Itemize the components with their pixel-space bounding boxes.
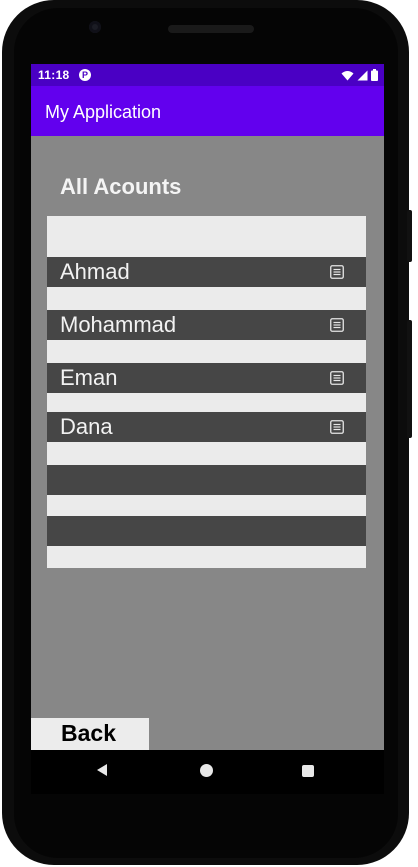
status-icons bbox=[341, 68, 378, 82]
account-name: Mohammad bbox=[60, 312, 177, 337]
account-row-mohammad[interactable]: Mohammad bbox=[47, 310, 366, 340]
status-time: 11:18 bbox=[38, 68, 70, 82]
nav-recents-icon[interactable] bbox=[302, 765, 314, 777]
nav-back-icon[interactable] bbox=[97, 764, 107, 776]
details-icon[interactable] bbox=[330, 318, 344, 332]
account-row-empty[interactable] bbox=[47, 516, 366, 546]
back-button-label: Back bbox=[61, 720, 116, 746]
signal-icon bbox=[357, 70, 368, 80]
camera-icon bbox=[89, 21, 101, 33]
details-icon[interactable] bbox=[330, 265, 344, 279]
page-title: All Acounts bbox=[60, 174, 182, 199]
volume-button bbox=[407, 320, 412, 438]
nav-home-icon[interactable] bbox=[200, 764, 213, 777]
battery-icon bbox=[371, 69, 378, 81]
screen: 11:18 P My Application All Acounts Ahmad… bbox=[31, 64, 384, 750]
account-row-eman[interactable]: Eman bbox=[47, 363, 366, 393]
app-title: My Application bbox=[45, 102, 162, 122]
details-icon[interactable] bbox=[330, 420, 344, 434]
app-bar: My Application bbox=[31, 86, 384, 136]
details-icon[interactable] bbox=[330, 371, 344, 385]
account-name: Ahmad bbox=[60, 259, 130, 284]
account-row-dana[interactable]: Dana bbox=[47, 412, 366, 442]
account-row-empty[interactable] bbox=[47, 465, 366, 495]
wifi-icon bbox=[341, 70, 354, 80]
notification-app-icon: P bbox=[79, 69, 91, 81]
speaker-grille bbox=[168, 25, 254, 33]
back-button[interactable]: Back bbox=[31, 718, 149, 750]
account-name: Eman bbox=[60, 365, 118, 390]
status-bar: 11:18 P bbox=[31, 64, 384, 86]
accounts-list: Ahmad Mohammad Eman Dana bbox=[47, 216, 366, 568]
power-button bbox=[407, 210, 412, 262]
account-name: Dana bbox=[60, 414, 113, 439]
account-row-ahmad[interactable]: Ahmad bbox=[47, 257, 366, 287]
navigation-bar bbox=[31, 750, 384, 794]
